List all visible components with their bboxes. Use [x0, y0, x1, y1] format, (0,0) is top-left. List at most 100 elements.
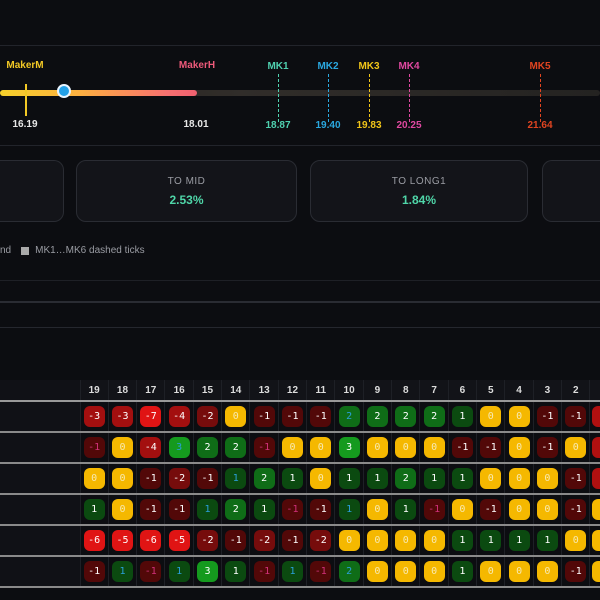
heat-cell[interactable]: 1 [423, 468, 445, 489]
heat-cell[interactable]: 0 [281, 437, 303, 458]
heat-cell[interactable]: 0 [366, 530, 388, 551]
heat-cell[interactable]: 2 [225, 499, 247, 520]
heat-cell[interactable]: 1 [395, 499, 417, 520]
heat-cell-partial[interactable] [592, 406, 600, 427]
heat-cell[interactable]: -2 [196, 406, 218, 427]
heat-cell[interactable]: 0 [395, 437, 417, 458]
heat-cell[interactable]: -1 [310, 406, 332, 427]
heat-cell[interactable]: -6 [83, 530, 105, 551]
heat-cell[interactable]: -1 [565, 499, 587, 520]
heat-cell[interactable]: -2 [196, 530, 218, 551]
heat-cell[interactable]: 1 [253, 499, 275, 520]
heat-cell-partial[interactable] [592, 468, 600, 489]
heat-cell[interactable]: -1 [480, 499, 502, 520]
heat-cell[interactable]: 0 [395, 530, 417, 551]
heat-cell[interactable]: -1 [196, 468, 218, 489]
heat-cell[interactable]: 2 [395, 468, 417, 489]
heat-cell[interactable]: -1 [310, 499, 332, 520]
heat-cell[interactable]: 0 [83, 468, 105, 489]
heat-cell[interactable]: -1 [480, 437, 502, 458]
heat-cell[interactable]: 1 [111, 561, 133, 582]
heat-cell[interactable]: -3 [111, 406, 133, 427]
heat-cell[interactable]: 3 [168, 437, 190, 458]
heat-cell[interactable]: 1 [225, 561, 247, 582]
heat-cell[interactable]: 1 [508, 530, 530, 551]
heat-cell[interactable]: -7 [140, 406, 162, 427]
heat-cell[interactable]: -1 [225, 530, 247, 551]
heat-cell[interactable]: 0 [225, 406, 247, 427]
heat-cell[interactable]: -5 [111, 530, 133, 551]
heat-cell[interactable]: 3 [196, 561, 218, 582]
heat-cell[interactable]: 0 [565, 437, 587, 458]
heat-cell[interactable]: -1 [140, 561, 162, 582]
heat-cell[interactable]: 1 [536, 530, 558, 551]
heat-cell[interactable]: -1 [253, 406, 275, 427]
heat-cell[interactable]: 0 [508, 406, 530, 427]
heat-cell[interactable]: 0 [395, 561, 417, 582]
heat-cell[interactable]: 2 [196, 437, 218, 458]
heat-cell[interactable]: 0 [111, 468, 133, 489]
heat-cell[interactable]: 1 [338, 468, 360, 489]
heat-cell[interactable]: -1 [253, 561, 275, 582]
heat-cell[interactable]: -2 [168, 468, 190, 489]
heat-cell[interactable]: 1 [281, 561, 303, 582]
heat-cell[interactable]: 1 [83, 499, 105, 520]
heat-cell[interactable]: 1 [366, 468, 388, 489]
heat-cell[interactable]: 1 [281, 468, 303, 489]
heat-cell[interactable]: 0 [536, 468, 558, 489]
heat-cell[interactable]: -1 [83, 437, 105, 458]
heat-cell[interactable]: 0 [423, 561, 445, 582]
heat-cell[interactable]: -1 [536, 437, 558, 458]
heat-cell[interactable]: 2 [395, 406, 417, 427]
heat-cell[interactable]: 0 [480, 406, 502, 427]
heat-cell[interactable]: 1 [451, 468, 473, 489]
heat-cell[interactable]: -1 [310, 561, 332, 582]
heat-cell[interactable]: 0 [310, 468, 332, 489]
heat-cell[interactable]: 0 [508, 437, 530, 458]
heat-cell[interactable]: -1 [565, 561, 587, 582]
heat-cell[interactable]: -1 [281, 406, 303, 427]
heat-cell[interactable]: 0 [423, 437, 445, 458]
heat-cell-partial[interactable] [592, 437, 600, 458]
heat-cell[interactable]: 1 [225, 468, 247, 489]
heat-cell[interactable]: -1 [451, 437, 473, 458]
heat-cell[interactable]: 0 [508, 561, 530, 582]
heat-cell[interactable]: 1 [451, 561, 473, 582]
heat-cell[interactable]: 0 [111, 499, 133, 520]
heat-cell[interactable]: 2 [338, 406, 360, 427]
heat-cell-partial[interactable] [592, 561, 600, 582]
heat-cell[interactable]: -4 [168, 406, 190, 427]
heat-cell[interactable]: -1 [168, 499, 190, 520]
heat-cell[interactable]: 0 [423, 530, 445, 551]
heat-cell[interactable]: 2 [423, 406, 445, 427]
heat-cell[interactable]: 0 [536, 499, 558, 520]
heat-cell[interactable]: 0 [338, 530, 360, 551]
heat-cell[interactable]: -1 [423, 499, 445, 520]
heat-cell[interactable]: 0 [508, 468, 530, 489]
heat-cell[interactable]: 2 [225, 437, 247, 458]
heat-cell-partial[interactable] [592, 499, 600, 520]
heat-cell[interactable]: 0 [536, 561, 558, 582]
heat-cell[interactable]: 1 [451, 530, 473, 551]
heat-cell[interactable]: -1 [83, 561, 105, 582]
heat-cell[interactable]: 0 [366, 437, 388, 458]
heat-cell[interactable]: 0 [565, 530, 587, 551]
heat-cell[interactable]: 0 [480, 561, 502, 582]
heat-cell[interactable]: -1 [281, 499, 303, 520]
current-price-handle[interactable] [57, 84, 71, 98]
heat-cell[interactable]: 3 [338, 437, 360, 458]
heat-cell[interactable]: -1 [140, 468, 162, 489]
heat-cell[interactable]: 1 [451, 406, 473, 427]
heat-cell[interactable]: 0 [366, 499, 388, 520]
heat-cell[interactable]: -6 [140, 530, 162, 551]
heat-cell[interactable]: -5 [168, 530, 190, 551]
heat-cell[interactable]: -1 [565, 468, 587, 489]
heat-cell[interactable]: -1 [536, 406, 558, 427]
heat-cell[interactable]: 0 [310, 437, 332, 458]
heat-cell[interactable]: 1 [480, 530, 502, 551]
heat-cell[interactable]: 2 [338, 561, 360, 582]
heat-cell[interactable]: -1 [253, 437, 275, 458]
heat-cell[interactable]: 1 [168, 561, 190, 582]
heat-cell[interactable]: -1 [140, 499, 162, 520]
heat-cell[interactable]: 1 [196, 499, 218, 520]
